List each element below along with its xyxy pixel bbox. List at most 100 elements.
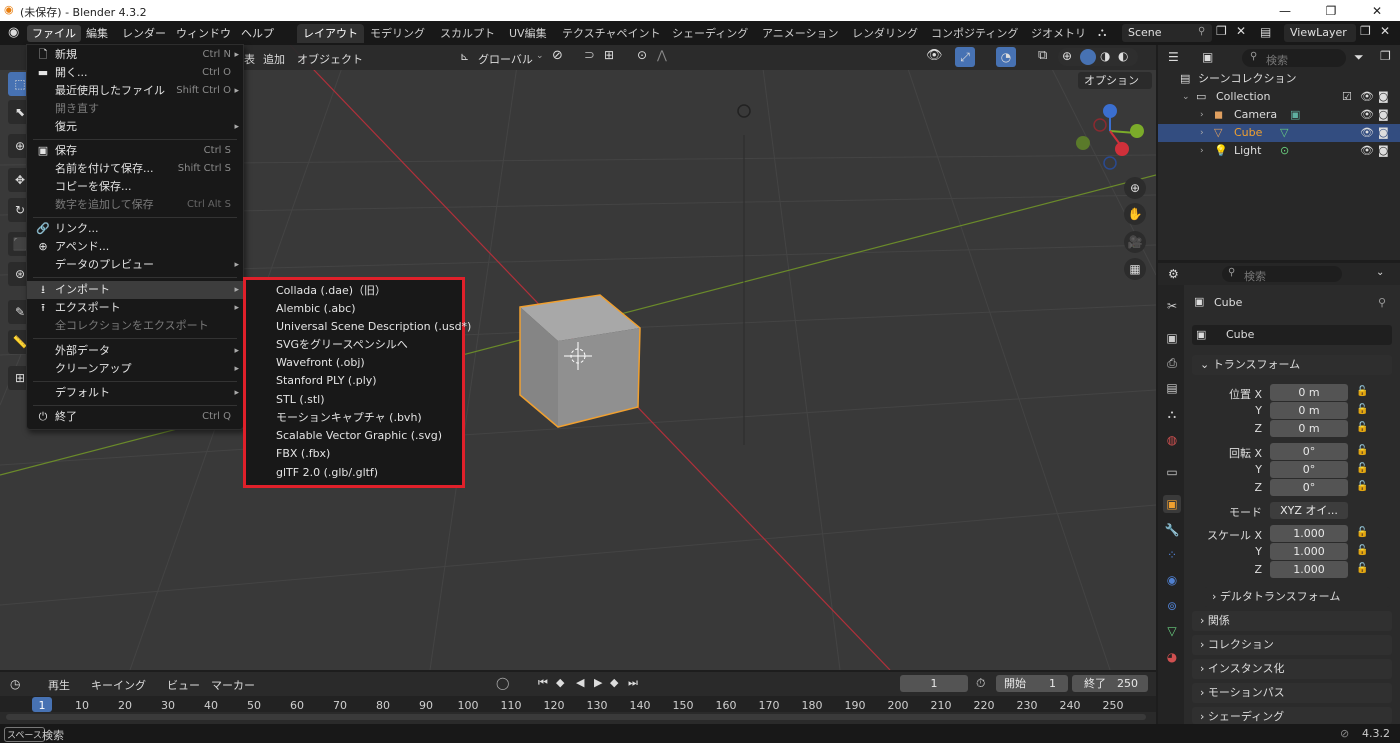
tab-rendering[interactable]: レンダリング bbox=[846, 24, 924, 43]
scale-z-field[interactable]: 1.000 bbox=[1270, 561, 1348, 578]
tab-animation[interactable]: アニメーション bbox=[756, 24, 845, 43]
file-data-previews[interactable]: データのプレビュー ▸ bbox=[27, 256, 243, 274]
new-view-layer-icon[interactable]: ❐ bbox=[1360, 24, 1371, 38]
delta-transform-header[interactable]: › デルタトランスフォーム bbox=[1204, 587, 1390, 607]
delete-scene-icon[interactable]: ✕ bbox=[1236, 24, 1246, 38]
location-z-field[interactable]: 0 m bbox=[1270, 420, 1348, 437]
snap-target-icon[interactable]: ⊞ bbox=[604, 48, 614, 62]
solid-shading-icon[interactable] bbox=[1080, 49, 1096, 65]
lock-icon[interactable]: 🔓 bbox=[1356, 386, 1368, 397]
file-save-copy[interactable]: コピーを保存... bbox=[27, 178, 243, 196]
eye-icon[interactable]: 👁 bbox=[1360, 124, 1374, 142]
outliner-camera-row[interactable]: › ◼ Camera ▣ 👁 ◙ bbox=[1158, 106, 1400, 124]
orientation-dropdown[interactable]: グローバル bbox=[478, 51, 533, 67]
start-frame-field[interactable]: 開始 1 bbox=[996, 675, 1068, 692]
chevron-right-icon[interactable]: › bbox=[1200, 142, 1204, 160]
modifier-tab-icon[interactable]: 🔧 bbox=[1163, 521, 1181, 539]
shading-panel-header[interactable]: › シェーディング bbox=[1192, 707, 1392, 724]
collection-row[interactable]: ⌄ ▭ Collection ☑ 👁 ◙ bbox=[1158, 88, 1400, 106]
location-y-field[interactable]: 0 m bbox=[1270, 402, 1348, 419]
end-frame-field[interactable]: 終了 250 bbox=[1072, 675, 1148, 692]
scale-y-field[interactable]: 1.000 bbox=[1270, 543, 1348, 560]
menu-add[interactable]: 追加 bbox=[263, 51, 285, 67]
eye-icon[interactable]: 👁 bbox=[1360, 88, 1374, 106]
tool-tab-icon[interactable]: ✂ bbox=[1163, 297, 1181, 315]
menu-view[interactable]: 表 bbox=[244, 51, 255, 67]
close-button[interactable]: ✕ bbox=[1354, 0, 1400, 21]
import-svg[interactable]: Scalable Vector Graphic (.svg) bbox=[276, 427, 442, 445]
world-tab-icon[interactable]: ◍ bbox=[1163, 431, 1181, 449]
pin-icon[interactable]: ⚲ bbox=[1198, 26, 1205, 37]
checkbox-icon[interactable]: ☑ bbox=[1342, 88, 1352, 106]
physics-tab-icon[interactable]: ◉ bbox=[1163, 571, 1181, 589]
file-open[interactable]: ▬ 開く... Ctrl O bbox=[27, 64, 243, 82]
menu-view[interactable]: ビュー bbox=[167, 677, 200, 693]
jump-end-icon[interactable]: ⏭ bbox=[628, 676, 638, 690]
display-mode-icon[interactable]: ▣ bbox=[1202, 50, 1213, 64]
delete-view-layer-icon[interactable]: ✕ bbox=[1380, 24, 1390, 38]
lock-icon[interactable]: 🔓 bbox=[1356, 404, 1368, 415]
file-save-as[interactable]: 名前を付けて保存... Shift Ctrl S bbox=[27, 160, 243, 178]
render-tab-icon[interactable]: ▣ bbox=[1163, 329, 1181, 347]
tab-shading[interactable]: シェーディング bbox=[666, 24, 754, 43]
lock-icon[interactable]: 🔓 bbox=[1356, 563, 1368, 574]
file-quit[interactable]: ⏻ 終了 Ctrl Q bbox=[27, 408, 243, 426]
properties-search-input[interactable]: ⚲ 検索 bbox=[1222, 266, 1342, 283]
file-open-recent[interactable]: 最近使用したファイル Shift Ctrl O ▸ bbox=[27, 82, 243, 100]
tab-texture-paint[interactable]: テクスチャペイント bbox=[556, 24, 667, 43]
falloff-icon[interactable]: ⋀ bbox=[657, 48, 667, 62]
camera-render-icon[interactable]: ◙ bbox=[1378, 106, 1389, 124]
location-x-field[interactable]: 0 m bbox=[1270, 384, 1348, 401]
camera-render-icon[interactable]: ◙ bbox=[1378, 88, 1389, 106]
properties-editor-icon[interactable]: ⚙ bbox=[1168, 267, 1179, 281]
current-frame-field[interactable]: 1 bbox=[900, 675, 968, 692]
menu-file[interactable]: ファイル bbox=[27, 25, 81, 42]
instancing-panel-header[interactable]: › インスタンス化 bbox=[1192, 659, 1392, 679]
timeline-scrollbar[interactable] bbox=[6, 714, 1146, 720]
mesh-data-icon[interactable]: ▽ bbox=[1280, 124, 1288, 142]
pan-hand-icon[interactable]: ✋ bbox=[1124, 203, 1146, 225]
tab-uv-editing[interactable]: UV編集 bbox=[503, 24, 553, 43]
maximize-button[interactable]: ❐ bbox=[1308, 0, 1354, 21]
camera-data-icon[interactable]: ▣ bbox=[1290, 106, 1300, 124]
outliner-editor-icon[interactable]: ☰ bbox=[1168, 50, 1179, 64]
file-external-data[interactable]: 外部データ ▸ bbox=[27, 342, 243, 360]
import-alembic[interactable]: Alembic (.abc) bbox=[276, 300, 356, 318]
scale-x-field[interactable]: 1.000 bbox=[1270, 525, 1348, 542]
constraints-tab-icon[interactable]: ⊚ bbox=[1163, 597, 1181, 615]
file-recover[interactable]: 復元 ▸ bbox=[27, 118, 243, 136]
pin-icon[interactable]: ⚲ bbox=[1378, 296, 1386, 309]
scene-tab-icon[interactable]: ⛬ bbox=[1163, 405, 1181, 423]
file-defaults[interactable]: デフォルト ▸ bbox=[27, 384, 243, 402]
import-bvh[interactable]: モーションキャプチャ (.bvh) bbox=[276, 409, 422, 427]
chevron-down-icon[interactable]: ⌄ bbox=[1376, 267, 1384, 278]
camera-view-icon[interactable]: 🎥 bbox=[1124, 231, 1146, 253]
material-shading-icon[interactable]: ◑ bbox=[1100, 49, 1110, 63]
object-tab-icon[interactable]: ▣ bbox=[1163, 495, 1181, 513]
eye-icon[interactable]: 👁 bbox=[1360, 142, 1374, 160]
view-layer-field[interactable]: ViewLayer bbox=[1284, 24, 1356, 42]
zoom-icon[interactable]: ⊕ bbox=[1124, 177, 1146, 199]
stopwatch-icon[interactable]: ⏱ bbox=[976, 676, 985, 691]
file-save[interactable]: ▣ 保存 Ctrl S bbox=[27, 142, 243, 160]
new-collection-icon[interactable]: ❐ bbox=[1380, 49, 1391, 63]
play-icon[interactable]: ▶ bbox=[594, 676, 602, 689]
file-import[interactable]: ⭳ インポート ▸ bbox=[27, 281, 243, 299]
import-obj[interactable]: Wavefront (.obj) bbox=[276, 354, 365, 372]
file-export[interactable]: ⭱ エクスポート ▸ bbox=[27, 299, 243, 317]
import-stl[interactable]: STL (.stl) bbox=[276, 391, 325, 409]
view-layer-icon[interactable]: ▤ bbox=[1260, 25, 1271, 39]
import-svg-grease-pencil[interactable]: SVGをグリースペンシルへ bbox=[276, 336, 408, 354]
output-tab-icon[interactable]: ⎙ bbox=[1163, 354, 1181, 372]
pivot-icon[interactable]: ⊘ bbox=[552, 48, 563, 63]
gizmo-toggle-icon[interactable]: ⤢ bbox=[955, 47, 975, 67]
new-scene-icon[interactable]: ❐ bbox=[1216, 24, 1227, 38]
filter-icon[interactable]: ⏷ bbox=[1354, 50, 1364, 65]
light-data-icon[interactable]: ⊙ bbox=[1280, 142, 1289, 160]
file-link[interactable]: 🔗 リンク... bbox=[27, 220, 243, 238]
transform-panel-header[interactable]: ⌄ トランスフォーム bbox=[1192, 355, 1392, 375]
menu-keying[interactable]: キーイング bbox=[91, 677, 146, 693]
proportional-edit-icon[interactable]: ⊙ bbox=[637, 48, 647, 62]
options-dropdown[interactable]: オプション bbox=[1078, 72, 1152, 89]
snap-icon[interactable]: ⊃ bbox=[584, 48, 595, 63]
